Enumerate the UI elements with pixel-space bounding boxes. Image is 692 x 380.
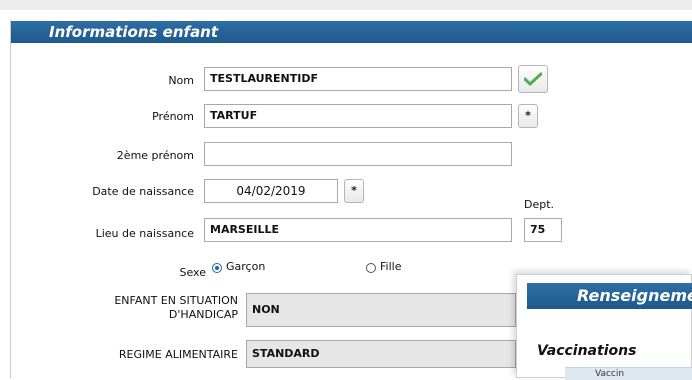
- lieu-naissance-input[interactable]: MARSEILLE: [204, 218, 512, 242]
- sexe-fille-radio[interactable]: [366, 263, 376, 273]
- nom-label: Nom: [168, 74, 194, 87]
- prenom-required-mark: *: [518, 104, 538, 128]
- dept-input[interactable]: 75: [524, 218, 562, 242]
- renseignements-popup: Renseigneme Vaccinations Vaccin: [516, 274, 692, 380]
- prenom-input[interactable]: TARTUF: [204, 104, 512, 128]
- dept-label: Dept.: [524, 198, 555, 211]
- popup-header: Renseigneme: [527, 283, 692, 309]
- regime-select[interactable]: STANDARD: [246, 340, 516, 368]
- date-naissance-label: Date de naissance: [92, 185, 194, 198]
- section-header: Informations enfant: [11, 21, 692, 43]
- deuxieme-prenom-label: 2ème prénom: [116, 149, 194, 162]
- regime-label: REGIME ALIMENTAIRE: [118, 348, 238, 361]
- sexe-label: Sexe: [179, 266, 207, 279]
- nom-valid-badge: [518, 65, 548, 93]
- date-naissance-input[interactable]: 04/02/2019: [204, 179, 338, 203]
- sexe-garcon-label: Garçon: [226, 260, 266, 273]
- sexe-garcon-radio[interactable]: [212, 263, 222, 273]
- sexe-fille-label: Fille: [380, 260, 402, 273]
- lieu-naissance-label: Lieu de naissance: [95, 227, 194, 240]
- prenom-label: Prénom: [152, 110, 194, 123]
- nom-input[interactable]: TESTLAURENTIDF: [204, 67, 512, 91]
- checkmark-icon: [523, 72, 543, 86]
- handicap-label: ENFANT EN SITUATION D'HANDICAP: [114, 294, 238, 321]
- handicap-select[interactable]: NON: [246, 293, 516, 327]
- vaccins-table-header: Vaccin: [565, 367, 692, 380]
- top-strip: [0, 0, 692, 10]
- date-required-mark: *: [344, 179, 364, 203]
- vaccinations-heading: Vaccinations: [537, 343, 637, 359]
- deuxieme-prenom-input[interactable]: [204, 142, 512, 166]
